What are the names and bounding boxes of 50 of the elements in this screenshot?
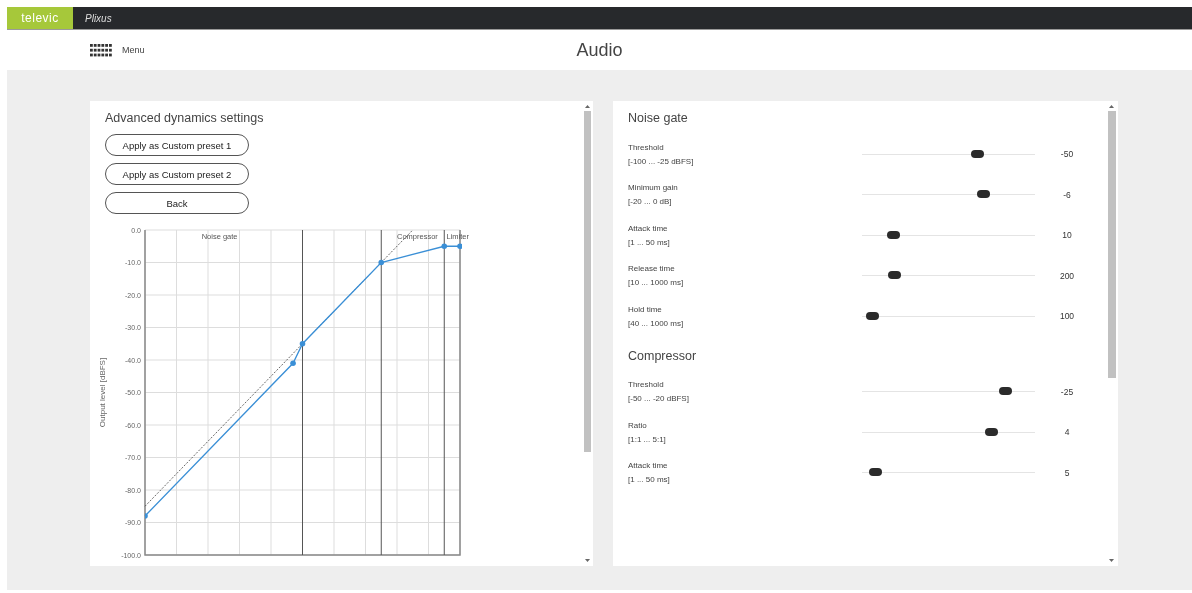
panel-title: Advanced dynamics settings [105,111,265,125]
preset-button[interactable]: Apply as Custom preset 2 [105,163,249,185]
slider-thumb[interactable] [976,190,990,199]
page-title: Audio [576,39,623,60]
scroll-down-icon[interactable] [583,558,592,564]
setting-range: [1 ... 50 ms] [628,475,671,485]
product-name: Plixus [84,11,112,26]
setting-range: [-100 ... -25 dBFS] [628,156,695,166]
section-title: Compressor [628,348,698,363]
setting-value: -25 [1059,386,1075,397]
setting-label: Minimum gain [628,183,679,193]
scrollbar-thumb[interactable] [1108,111,1116,378]
setting-value: 100 [1058,311,1076,322]
setting-range: [1:1 ... 5:1] [628,434,667,444]
slider-thumb[interactable] [999,387,1013,396]
slider-thumb[interactable] [985,427,999,436]
setting-range: [1 ... 50 ms] [628,237,671,247]
setting-range: [-50 ... -20 dBFS] [628,394,690,404]
slider-thumb[interactable] [865,311,879,320]
setting-value: 5 [1063,467,1071,478]
setting-label: Hold time [628,304,663,314]
scrollbar-thumb[interactable] [584,111,591,452]
scroll-up-icon[interactable] [583,103,592,109]
preset-button[interactable]: Back [105,192,249,214]
setting-label: Threshold [628,142,665,152]
setting-label: Ratio [628,420,648,430]
slider-thumb[interactable] [886,230,900,239]
section-title: Noise gate [628,111,689,125]
scroll-up-icon[interactable] [1107,103,1116,109]
setting-value: 4 [1063,427,1071,438]
setting-range: [10 ... 1000 ms] [628,278,685,288]
setting-label: Release time [628,264,676,274]
menu-button[interactable]: Menu [90,43,145,57]
setting-value: 10 [1061,230,1073,241]
setting-label: Threshold [628,380,665,390]
setting-value: -6 [1062,189,1072,200]
slider-thumb[interactable] [869,468,883,477]
setting-value: 200 [1058,270,1076,281]
axis-title: Output level [dBFS] [98,357,107,428]
slider-thumb[interactable] [971,149,985,158]
scroll-down-icon[interactable] [1107,558,1116,564]
setting-label: Attack time [628,461,669,471]
setting-label: Attack time [628,223,669,233]
setting-range: [40 ... 1000 ms] [628,318,685,328]
setting-range: [-20 ... 0 dB] [628,197,673,207]
slider-thumb[interactable] [888,271,902,280]
setting-value: -50 [1059,149,1075,160]
grid-icon [90,43,112,57]
preset-button[interactable]: Apply as Custom preset 1 [105,134,249,156]
brand-logo: televic [7,7,73,29]
